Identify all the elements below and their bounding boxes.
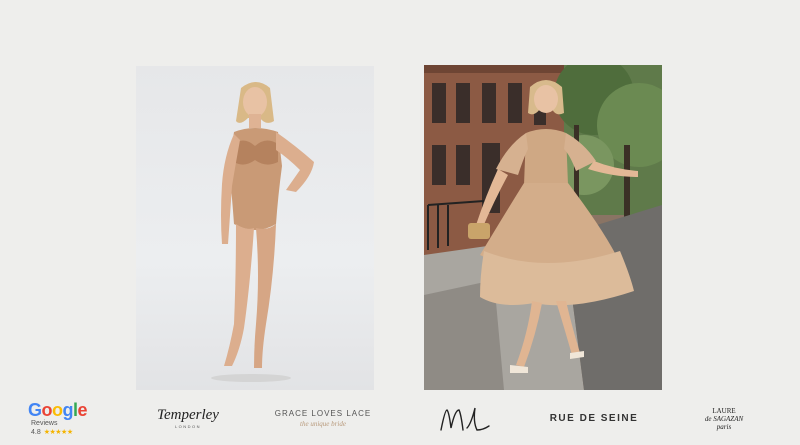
ml-signature-logo: [430, 392, 500, 445]
laure-line-2: de SAGAZAN: [704, 414, 744, 423]
google-reviews-label: Reviews: [31, 420, 58, 427]
temperley-logo: Temperley LONDON: [150, 392, 226, 445]
temperley-subtitle: LONDON: [174, 424, 202, 429]
google-letter: g: [62, 400, 74, 420]
grace-loves-lace-wordmark: GRACE LOVES LACE: [274, 409, 372, 418]
brand-logo-strip: Google Reviews 4.8 ★★★★★ Temperley LONDO…: [0, 392, 800, 445]
grace-loves-lace-tagline: the unique bride: [300, 420, 346, 428]
bodysuit-model-illustration: [211, 82, 314, 382]
google-rating-value: 4.8: [31, 428, 41, 436]
rue-de-seine-wordmark: RUE DE SEINE: [549, 413, 639, 424]
google-wordmark: Google: [28, 400, 88, 420]
grace-loves-lace-logo: GRACE LOVES LACE the unique bride: [272, 392, 374, 445]
dress-model-illustration: [424, 65, 662, 390]
laure-de-sagazan-logo: LAURE de SAGAZAN paris: [690, 392, 758, 445]
ml-signature-mark: [440, 407, 490, 431]
temperley-wordmark: Temperley: [157, 407, 219, 423]
product-photo-dress[interactable]: [424, 65, 662, 390]
product-photo-bodysuit[interactable]: [136, 66, 374, 390]
google-reviews-badge[interactable]: Google Reviews 4.8 ★★★★★: [28, 392, 94, 445]
google-letter: o: [52, 400, 63, 420]
star-rating-icon: ★★★★★: [43, 429, 73, 436]
google-letter: o: [41, 400, 53, 420]
laure-line-1: LAURE: [712, 406, 736, 415]
rue-de-seine-logo: RUE DE SEINE: [546, 392, 642, 445]
google-rating-row: 4.8 ★★★★★: [31, 428, 73, 437]
google-letter: e: [77, 400, 88, 420]
google-letter: G: [28, 400, 42, 420]
laure-line-3: paris: [716, 422, 732, 431]
